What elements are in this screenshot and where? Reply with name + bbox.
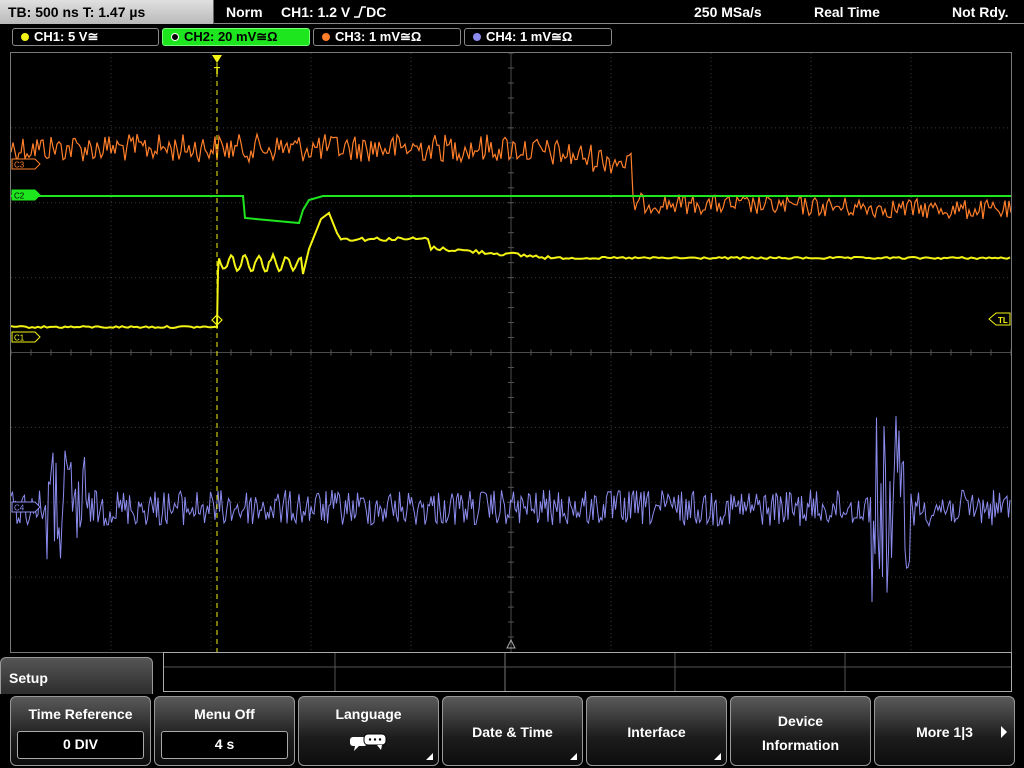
acquisition-state: Not Rdy.: [952, 4, 1009, 20]
right-arrow-icon: [1001, 726, 1007, 738]
ch1-color-dot: [21, 33, 29, 41]
status-bar: TB: 500 ns T: 1.47 µs Norm CH1: 1.2 V DC…: [0, 0, 1024, 25]
channel-tab-ch3[interactable]: CH3: 1 mV≅Ω: [313, 28, 461, 46]
interface-softkey[interactable]: Interface: [586, 696, 727, 766]
channel-tab-ch4[interactable]: CH4: 1 mV≅Ω: [464, 28, 612, 46]
status-bar-divider: [214, 23, 1024, 24]
waveform-canvas: T C3 C2 C1 C4 TL: [11, 53, 1011, 652]
svg-text:C2: C2: [14, 192, 25, 201]
trigger-mode[interactable]: Norm: [226, 0, 263, 24]
svg-text:C1: C1: [14, 334, 25, 343]
date-time-softkey[interactable]: Date & Time: [442, 696, 583, 766]
submenu-arrow-icon: [426, 753, 433, 760]
waveform-display[interactable]: T C3 C2 C1 C4 TL: [10, 52, 1012, 653]
device-information-line2: Information: [762, 737, 839, 753]
language-softkey[interactable]: Language: [298, 696, 439, 766]
menu-title: Setup: [0, 657, 153, 697]
menu-off-value: 4 s: [161, 731, 288, 759]
sample-rate: 250 MSa/s: [694, 4, 762, 20]
more-softkey[interactable]: More 1|3: [874, 696, 1015, 766]
submenu-arrow-icon: [714, 753, 721, 760]
ch3-label: CH3: 1 mV: [335, 29, 401, 44]
time-reference-value: 0 DIV: [17, 731, 144, 759]
timebase-readout[interactable]: TB: 500 ns T: 1.47 µs: [0, 0, 214, 24]
ch4-label: CH4: 1 mV: [486, 29, 552, 44]
ch1-label: CH1: 5 V: [34, 29, 88, 44]
trigger-info[interactable]: CH1: 1.2 V DC: [281, 0, 386, 24]
interface-label: Interface: [627, 724, 686, 740]
device-information-softkey[interactable]: Device Information: [730, 696, 871, 766]
menu-off-label: Menu Off: [194, 706, 255, 722]
ch4-coupling: ≅Ω: [551, 29, 573, 44]
rising-edge-icon: [354, 6, 367, 18]
menu-off-softkey[interactable]: Menu Off 4 s: [154, 696, 295, 766]
device-information-line1: Device: [777, 713, 824, 729]
svg-text:C3: C3: [14, 161, 25, 170]
svg-text:C4: C4: [14, 504, 25, 513]
time-reference-label: Time Reference: [28, 706, 133, 722]
trigger-source-level: CH1: 1.2 V: [281, 4, 351, 20]
date-time-label: Date & Time: [472, 724, 553, 740]
trigger-level-marker[interactable]: TL: [988, 312, 1011, 326]
ch3-coupling: ≅Ω: [400, 29, 422, 44]
speech-bubble-icon: [349, 733, 386, 751]
ch1-coupling: ≅: [87, 29, 99, 44]
ch1-ground-marker[interactable]: C1: [11, 331, 41, 343]
svg-text:TL: TL: [998, 316, 1008, 325]
ch3-ground-marker[interactable]: C3: [11, 158, 41, 170]
ch3-color-dot: [322, 33, 330, 41]
language-label: Language: [335, 706, 402, 722]
submenu-arrow-icon: [570, 753, 577, 760]
trigger-marker-icon[interactable]: T: [212, 55, 222, 77]
softkey-menu: Time Reference 0 DIV Menu Off 4 s Langua…: [0, 694, 1024, 768]
time-reference-softkey[interactable]: Time Reference 0 DIV: [10, 696, 151, 766]
ch2-color-dot: [171, 33, 179, 41]
acquisition-mode: Real Time: [814, 4, 880, 20]
navigation-strip-grid: [164, 653, 1011, 691]
more-label: More 1|3: [916, 724, 973, 740]
ch4-ground-marker[interactable]: C4: [11, 501, 41, 513]
ch4-color-dot: [473, 33, 481, 41]
graticule: [11, 53, 1011, 652]
ch2-ground-marker[interactable]: C2: [11, 189, 41, 201]
trigger-coupling: DC: [366, 4, 387, 20]
channel-tabs: CH1: 5 V≅ CH2: 20 mV≅Ω CH3: 1 mV≅Ω CH4: …: [0, 26, 1024, 48]
navigation-strip[interactable]: [163, 652, 1012, 692]
ch2-label: CH2: 20 mV: [184, 29, 257, 44]
channel-tab-ch1[interactable]: CH1: 5 V≅: [12, 28, 159, 46]
channel-tab-ch2[interactable]: CH2: 20 mV≅Ω: [162, 28, 310, 46]
ch2-coupling: ≅Ω: [256, 29, 278, 44]
svg-text:T: T: [214, 66, 220, 77]
